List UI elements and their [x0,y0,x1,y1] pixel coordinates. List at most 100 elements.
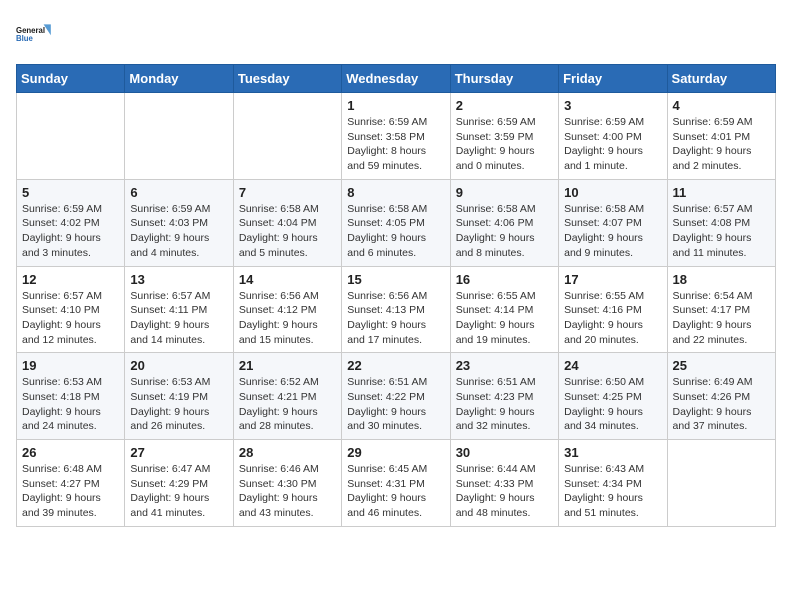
day-info: Sunset: 4:12 PM [239,303,336,318]
calendar-cell [667,440,775,527]
header-thursday: Thursday [450,65,558,93]
day-info: Sunset: 4:08 PM [673,216,770,231]
day-info: Sunrise: 6:57 AM [673,202,770,217]
day-number: 19 [22,358,119,373]
calendar-cell: 15Sunrise: 6:56 AMSunset: 4:13 PMDayligh… [342,266,450,353]
calendar-cell: 7Sunrise: 6:58 AMSunset: 4:04 PMDaylight… [233,179,341,266]
day-number: 6 [130,185,227,200]
page-header: General Blue [16,16,776,52]
svg-text:Blue: Blue [16,34,34,43]
day-info: Sunset: 4:06 PM [456,216,553,231]
svg-text:General: General [16,26,45,35]
day-info: Daylight: 9 hours and 3 minutes. [22,231,119,260]
day-info: Sunset: 4:22 PM [347,390,444,405]
day-info: Sunset: 4:29 PM [130,477,227,492]
day-number: 29 [347,445,444,460]
day-number: 13 [130,272,227,287]
calendar-cell: 24Sunrise: 6:50 AMSunset: 4:25 PMDayligh… [559,353,667,440]
calendar-cell: 4Sunrise: 6:59 AMSunset: 4:01 PMDaylight… [667,93,775,180]
header-sunday: Sunday [17,65,125,93]
calendar-cell: 27Sunrise: 6:47 AMSunset: 4:29 PMDayligh… [125,440,233,527]
calendar-cell: 21Sunrise: 6:52 AMSunset: 4:21 PMDayligh… [233,353,341,440]
day-info: Sunrise: 6:56 AM [239,289,336,304]
day-info: Daylight: 9 hours and 19 minutes. [456,318,553,347]
calendar-cell: 30Sunrise: 6:44 AMSunset: 4:33 PMDayligh… [450,440,558,527]
calendar-cell [17,93,125,180]
calendar-cell: 14 Sunrise: 6:56 AMSunset: 4:12 PMDayligh… [233,266,341,353]
day-info: Sunset: 4:07 PM [564,216,661,231]
day-info: Sunset: 3:58 PM [347,130,444,145]
calendar-cell: 17Sunrise: 6:55 AMSunset: 4:16 PMDayligh… [559,266,667,353]
calendar-cell: 26Sunrise: 6:48 AMSunset: 4:27 PMDayligh… [17,440,125,527]
day-info: Sunset: 4:30 PM [239,477,336,492]
day-info: Sunrise: 6:51 AM [347,375,444,390]
day-info: Daylight: 9 hours and 20 minutes. [564,318,661,347]
day-info: Sunset: 4:03 PM [130,216,227,231]
day-info: Daylight: 9 hours and 4 minutes. [130,231,227,260]
day-number: 10 [564,185,661,200]
day-info: Sunset: 4:11 PM [130,303,227,318]
day-info: Daylight: 9 hours and 32 minutes. [456,405,553,434]
week-row-4: 19Sunrise: 6:53 AMSunset: 4:18 PMDayligh… [17,353,776,440]
day-info: Sunrise: 6:55 AM [456,289,553,304]
calendar-cell: 28Sunrise: 6:46 AMSunset: 4:30 PMDayligh… [233,440,341,527]
day-info: Daylight: 9 hours and 37 minutes. [673,405,770,434]
calendar-cell: 6Sunrise: 6:59 AMSunset: 4:03 PMDaylight… [125,179,233,266]
calendar-cell: 3Sunrise: 6:59 AMSunset: 4:00 PMDaylight… [559,93,667,180]
calendar-cell [233,93,341,180]
week-row-2: 5Sunrise: 6:59 AMSunset: 4:02 PMDaylight… [17,179,776,266]
logo-svg: General Blue [16,16,52,52]
day-number: 8 [347,185,444,200]
day-info: Sunset: 4:26 PM [673,390,770,405]
day-info: Sunset: 4:27 PM [22,477,119,492]
calendar-cell: 18Sunrise: 6:54 AMSunset: 4:17 PMDayligh… [667,266,775,353]
day-info: Daylight: 8 hours and 59 minutes. [347,144,444,173]
day-info: Sunrise: 6:44 AM [456,462,553,477]
day-info: Daylight: 9 hours and 6 minutes. [347,231,444,260]
day-info: Sunset: 4:16 PM [564,303,661,318]
day-number: 14 [239,272,336,287]
day-info: Daylight: 9 hours and 46 minutes. [347,491,444,520]
calendar-cell: 13Sunrise: 6:57 AMSunset: 4:11 PMDayligh… [125,266,233,353]
calendar-cell: 31Sunrise: 6:43 AMSunset: 4:34 PMDayligh… [559,440,667,527]
day-number: 27 [130,445,227,460]
calendar-cell: 2Sunrise: 6:59 AMSunset: 3:59 PMDaylight… [450,93,558,180]
day-info: Sunrise: 6:59 AM [456,115,553,130]
calendar-cell: 8Sunrise: 6:58 AMSunset: 4:05 PMDaylight… [342,179,450,266]
day-info: Daylight: 9 hours and 5 minutes. [239,231,336,260]
calendar-cell: 11Sunrise: 6:57 AMSunset: 4:08 PMDayligh… [667,179,775,266]
calendar-table: SundayMondayTuesdayWednesdayThursdayFrid… [16,64,776,527]
day-number: 1 [347,98,444,113]
day-info: Sunrise: 6:45 AM [347,462,444,477]
day-info: Daylight: 9 hours and 30 minutes. [347,405,444,434]
day-info: Sunset: 4:34 PM [564,477,661,492]
day-number: 21 [239,358,336,373]
day-number: 3 [564,98,661,113]
day-info: Daylight: 9 hours and 1 minute. [564,144,661,173]
day-info: Sunrise: 6:51 AM [456,375,553,390]
day-info: Sunset: 4:18 PM [22,390,119,405]
day-info: Sunset: 4:25 PM [564,390,661,405]
day-info: Sunset: 4:33 PM [456,477,553,492]
day-info: Sunset: 4:23 PM [456,390,553,405]
day-number: 30 [456,445,553,460]
day-number: 2 [456,98,553,113]
day-info: Sunset: 4:10 PM [22,303,119,318]
day-info: Sunset: 4:13 PM [347,303,444,318]
day-info: Daylight: 9 hours and 2 minutes. [673,144,770,173]
day-info: Daylight: 9 hours and 15 minutes. [239,318,336,347]
day-number: 5 [22,185,119,200]
day-info: Daylight: 9 hours and 41 minutes. [130,491,227,520]
calendar-cell: 20Sunrise: 6:53 AMSunset: 4:19 PMDayligh… [125,353,233,440]
logo: General Blue [16,16,52,52]
header-wednesday: Wednesday [342,65,450,93]
day-number: 9 [456,185,553,200]
day-info: Sunrise: 6:54 AM [673,289,770,304]
day-info: Sunrise: 6:52 AM [239,375,336,390]
calendar-cell: 25Sunrise: 6:49 AMSunset: 4:26 PMDayligh… [667,353,775,440]
day-number: 31 [564,445,661,460]
day-number: 11 [673,185,770,200]
day-info: Sunset: 4:14 PM [456,303,553,318]
day-info: Daylight: 9 hours and 22 minutes. [673,318,770,347]
day-info: Sunset: 4:21 PM [239,390,336,405]
